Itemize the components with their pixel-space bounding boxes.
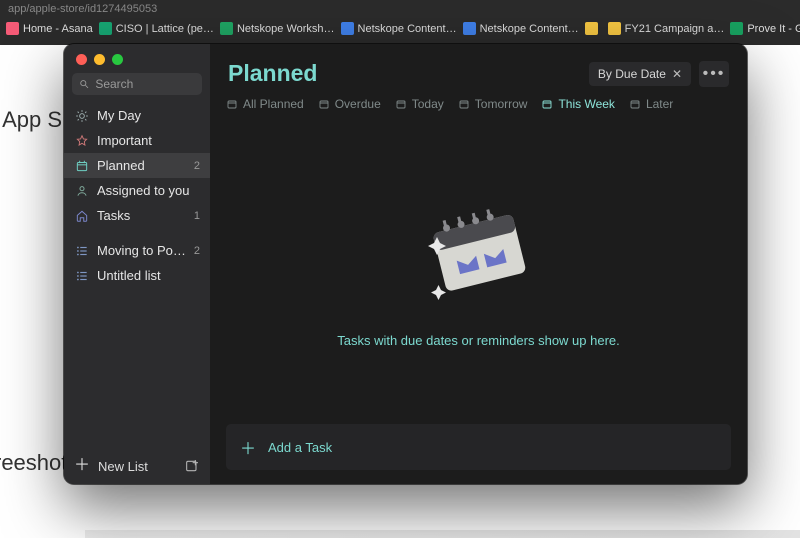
sidebar-footer: ＋ New List bbox=[64, 448, 210, 484]
plus-icon: ＋ bbox=[74, 458, 90, 474]
sidebar-item-assigned-to-you[interactable]: Assigned to you bbox=[64, 178, 210, 203]
tab-favicon-icon bbox=[730, 22, 743, 35]
fullscreen-window-icon[interactable] bbox=[112, 54, 123, 65]
list-icon bbox=[74, 243, 89, 258]
bg-mac-app-text: ac App S bbox=[0, 107, 62, 133]
search-input[interactable] bbox=[95, 77, 195, 91]
tab-label: Netskope Worksh… bbox=[237, 23, 335, 35]
sidebar-item-untitled-list[interactable]: Untitled list bbox=[64, 263, 210, 288]
list-icon bbox=[74, 268, 89, 283]
sidebar-item-label: My Day bbox=[97, 108, 200, 123]
sort-chip-label: By Due Date bbox=[598, 67, 666, 81]
filter-tomorrow[interactable]: Tomorrow bbox=[458, 97, 528, 111]
tab-favicon-icon bbox=[6, 22, 19, 35]
sidebar-user-lists: Moving to Portland 2 Untitled list bbox=[64, 238, 210, 288]
calendar-icon bbox=[541, 98, 553, 110]
filter-label: Today bbox=[412, 97, 444, 111]
person-icon bbox=[74, 183, 89, 198]
sidebar-item-label: Important bbox=[97, 133, 200, 148]
filter-all-planned[interactable]: All Planned bbox=[226, 97, 304, 111]
browser-tab: Prove It - Go bbox=[730, 22, 800, 35]
filter-later[interactable]: Later bbox=[629, 97, 673, 111]
tab-label: Prove It - Go bbox=[747, 23, 800, 35]
sidebar-item-my-day[interactable]: My Day bbox=[64, 103, 210, 128]
close-window-icon[interactable] bbox=[76, 54, 87, 65]
todo-app-window: My Day Important Planned 2 Assigned to you Ta… bbox=[64, 44, 747, 484]
calendar-icon bbox=[458, 98, 470, 110]
tab-favicon-icon bbox=[99, 22, 112, 35]
tab-label: Home - Asana bbox=[23, 23, 93, 35]
search-field[interactable] bbox=[72, 73, 202, 95]
calendar-icon bbox=[318, 98, 330, 110]
main-pane: Planned By Due Date ✕ ••• All Planned Ove… bbox=[210, 44, 747, 484]
empty-illustration bbox=[404, 195, 554, 315]
new-group-icon[interactable] bbox=[184, 458, 200, 474]
sidebar: My Day Important Planned 2 Assigned to you Ta… bbox=[64, 44, 210, 484]
plus-icon: ＋ bbox=[240, 435, 256, 459]
url-fragment: app/apple-store/id1274495053 bbox=[0, 0, 800, 18]
browser-tab: Netskope Content… bbox=[463, 22, 579, 35]
sidebar-item-count: 2 bbox=[194, 245, 200, 257]
sidebar-item-label: Planned bbox=[97, 158, 186, 173]
tab-favicon-icon bbox=[585, 22, 598, 35]
more-button[interactable]: ••• bbox=[699, 61, 729, 87]
main-header: Planned By Due Date ✕ ••• bbox=[228, 60, 729, 87]
add-task-label: Add a Task bbox=[268, 440, 332, 455]
calendar-icon bbox=[395, 98, 407, 110]
calendar-icon bbox=[226, 98, 238, 110]
filter-label: Later bbox=[646, 97, 673, 111]
minimize-window-icon[interactable] bbox=[94, 54, 105, 65]
window-traffic-lights bbox=[64, 44, 210, 73]
tab-favicon-icon bbox=[608, 22, 621, 35]
add-task-input[interactable]: ＋ Add a Task bbox=[226, 424, 731, 470]
calendar-icon bbox=[629, 98, 641, 110]
sidebar-item-label: Moving to Portland bbox=[97, 243, 186, 258]
background-browser: app/apple-store/id1274495053 Home - Asan… bbox=[0, 0, 800, 45]
new-list-button[interactable]: New List bbox=[98, 459, 176, 474]
tab-label: Netskope Content… bbox=[480, 23, 579, 35]
filter-this-week[interactable]: This Week bbox=[541, 97, 614, 111]
sidebar-item-important[interactable]: Important bbox=[64, 128, 210, 153]
star-icon bbox=[74, 133, 89, 148]
home-icon bbox=[74, 208, 89, 223]
search-icon bbox=[79, 78, 89, 90]
browser-tabs: Home - Asana CISO | Lattice (pe… Netskope … bbox=[0, 18, 800, 39]
bg-strip bbox=[85, 530, 800, 538]
sidebar-item-label: Untitled list bbox=[97, 268, 200, 283]
close-icon[interactable]: ✕ bbox=[672, 67, 682, 81]
browser-tab: Netskope Content… bbox=[341, 22, 457, 35]
sidebar-item-count: 2 bbox=[194, 160, 200, 172]
sidebar-item-tasks[interactable]: Tasks 1 bbox=[64, 203, 210, 228]
date-filters: All Planned Overdue Today Tomorrow This Week… bbox=[226, 97, 731, 111]
browser-tab bbox=[585, 22, 602, 35]
sort-chip[interactable]: By Due Date ✕ bbox=[589, 62, 691, 86]
filter-label: This Week bbox=[558, 97, 614, 111]
sidebar-smart-lists: My Day Important Planned 2 Assigned to you Ta… bbox=[64, 103, 210, 228]
filter-label: Tomorrow bbox=[475, 97, 528, 111]
tab-label: Netskope Content… bbox=[358, 23, 457, 35]
browser-tab: FY21 Campaign a… bbox=[608, 22, 725, 35]
filter-label: All Planned bbox=[243, 97, 304, 111]
browser-tab: Home - Asana bbox=[6, 22, 93, 35]
empty-message: Tasks with due dates or reminders show u… bbox=[337, 333, 620, 348]
tab-favicon-icon bbox=[341, 22, 354, 35]
tab-label: FY21 Campaign a… bbox=[625, 23, 725, 35]
calendar-icon bbox=[74, 158, 89, 173]
sidebar-item-label: Assigned to you bbox=[97, 183, 200, 198]
tab-favicon-icon bbox=[463, 22, 476, 35]
empty-state: Tasks with due dates or reminders show u… bbox=[226, 119, 731, 424]
sidebar-item-planned[interactable]: Planned 2 bbox=[64, 153, 210, 178]
browser-tab: Netskope Worksh… bbox=[220, 22, 335, 35]
tab-favicon-icon bbox=[220, 22, 233, 35]
filter-today[interactable]: Today bbox=[395, 97, 444, 111]
filter-overdue[interactable]: Overdue bbox=[318, 97, 381, 111]
browser-tab: CISO | Lattice (pe… bbox=[99, 22, 214, 35]
page-title: Planned bbox=[228, 60, 317, 87]
sun-icon bbox=[74, 108, 89, 123]
sidebar-item-moving-to-portland[interactable]: Moving to Portland 2 bbox=[64, 238, 210, 263]
sidebar-item-label: Tasks bbox=[97, 208, 186, 223]
tab-label: CISO | Lattice (pe… bbox=[116, 23, 214, 35]
filter-label: Overdue bbox=[335, 97, 381, 111]
sidebar-item-count: 1 bbox=[194, 210, 200, 222]
